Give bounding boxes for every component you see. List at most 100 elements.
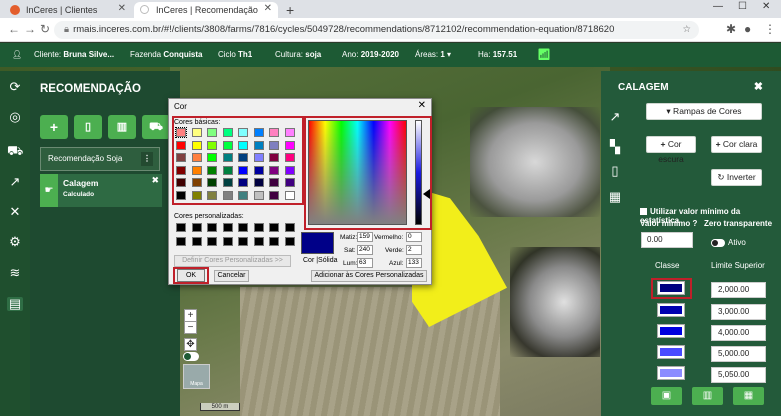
hue-input[interactable]: 159 [357, 232, 373, 242]
basic-color-swatch[interactable] [284, 153, 295, 162]
toggle-switch[interactable] [711, 238, 725, 247]
basic-color-swatch[interactable] [238, 153, 248, 162]
basic-color-swatch[interactable] [222, 128, 233, 137]
basic-color-swatch[interactable] [207, 178, 217, 187]
basic-color-swatch[interactable] [222, 165, 233, 175]
save-button[interactable]: ▣ [651, 387, 682, 405]
profile-icon[interactable]: ● [744, 22, 751, 36]
class-limit-input[interactable]: 5,000.00 [711, 346, 766, 362]
custom-color-swatch[interactable] [253, 237, 264, 246]
maximize-icon[interactable]: ☐ [738, 1, 747, 12]
device-icon[interactable]: ▯ [607, 163, 623, 179]
min-value-input[interactable]: 0.00 [641, 232, 693, 248]
chart-line-icon[interactable]: ↗ [607, 109, 623, 125]
close-window-icon[interactable]: ✕ [762, 1, 770, 12]
class-limit-input[interactable]: 3,000.00 [711, 304, 766, 320]
fazenda-value[interactable]: Conquista [163, 50, 202, 59]
tractor-icon[interactable]: ⛟ [7, 144, 23, 158]
forward-icon[interactable]: → [24, 22, 36, 36]
custom-color-swatch[interactable] [207, 237, 217, 246]
custom-color-swatch[interactable] [191, 223, 202, 232]
layer-card-calagem[interactable]: ☛ Calagem Calculado ✖ [40, 174, 162, 207]
close-layer-icon[interactable]: ✖ [151, 175, 159, 186]
basic-color-swatch[interactable] [207, 165, 217, 175]
basic-color-swatch[interactable] [222, 178, 233, 187]
custom-color-swatch[interactable] [269, 223, 279, 232]
basic-color-swatch[interactable] [253, 153, 264, 162]
basic-color-swatch[interactable] [191, 190, 202, 200]
luminance-slider[interactable] [415, 120, 422, 225]
basic-color-swatch[interactable] [238, 128, 248, 137]
class-color-swatch[interactable] [657, 324, 685, 338]
user-icon[interactable]: 👤︎ [12, 50, 22, 59]
fullscreen-button[interactable]: ✥ [184, 338, 197, 351]
luminance-arrow-icon[interactable] [423, 189, 430, 199]
ciclo-value[interactable]: Th1 [238, 50, 252, 59]
custom-color-swatch[interactable] [284, 223, 295, 232]
basic-color-swatch[interactable] [222, 140, 233, 150]
basic-color-swatch[interactable] [253, 190, 264, 200]
ano-value[interactable]: 2019-2020 [361, 50, 399, 59]
basic-color-swatch[interactable] [176, 153, 186, 162]
basic-color-swatch[interactable] [238, 165, 248, 175]
globe-icon[interactable]: ◎ [7, 110, 23, 124]
calculator-icon[interactable]: ▦ [607, 189, 623, 205]
blue-input[interactable]: 133 [406, 258, 422, 268]
custom-color-swatch[interactable] [269, 237, 279, 246]
basic-color-swatch[interactable] [253, 140, 264, 150]
class-color-swatch[interactable] [657, 366, 685, 380]
class-limit-input[interactable]: 2,000.00 [711, 282, 766, 298]
basic-color-swatch[interactable] [207, 190, 217, 200]
basic-color-swatch[interactable] [191, 178, 202, 187]
paint-roller-icon[interactable]: ▚ [607, 139, 623, 155]
basic-color-swatch[interactable] [269, 165, 279, 175]
zoom-out-button[interactable]: − [184, 321, 197, 334]
custom-color-swatch[interactable] [253, 223, 264, 232]
basic-color-swatch[interactable] [284, 178, 295, 187]
active-toggle[interactable]: Ativo [711, 238, 746, 247]
basic-color-swatch[interactable] [176, 140, 186, 150]
menu-icon[interactable]: ⋮ [764, 22, 776, 36]
custom-color-swatch[interactable] [284, 237, 295, 246]
library-button[interactable]: ▥ [692, 387, 723, 405]
basic-color-swatch[interactable] [284, 165, 295, 175]
checkbox-box[interactable] [640, 208, 647, 216]
custom-color-swatch[interactable] [222, 223, 233, 232]
chart-line-icon[interactable]: ↗ [7, 175, 23, 189]
basic-color-swatch[interactable] [238, 190, 248, 200]
close-panel-icon[interactable]: ✖ [754, 80, 763, 93]
basic-color-swatch[interactable] [222, 190, 233, 200]
basic-color-swatch[interactable] [253, 178, 264, 187]
basic-color-swatch[interactable] [238, 140, 248, 150]
more-options-button[interactable]: ⋮ [141, 152, 153, 166]
dark-color-button[interactable]: + Cor escura [646, 136, 696, 164]
layer-toggle[interactable] [183, 352, 199, 361]
custom-color-swatch[interactable] [238, 223, 248, 232]
basic-color-swatch[interactable] [207, 153, 217, 162]
color-ramps-button[interactable]: ▾ Rampas de Cores [646, 103, 762, 120]
basic-color-swatch[interactable] [238, 178, 248, 187]
basic-color-swatch[interactable] [269, 128, 279, 137]
class-limit-input[interactable]: 4,000.00 [711, 325, 766, 341]
logo-icon[interactable]: ⟳ [7, 80, 23, 94]
export-file-button[interactable]: ▯ [74, 115, 102, 139]
basic-color-swatch[interactable] [284, 190, 295, 200]
cultura-value[interactable]: soja [305, 50, 321, 59]
basic-color-swatch[interactable] [191, 128, 202, 137]
machine-icon[interactable]: ⚙ [7, 235, 23, 249]
custom-color-swatch[interactable] [176, 237, 186, 246]
help-icon[interactable]: ? [692, 219, 697, 228]
new-tab-icon[interactable]: + [286, 2, 294, 18]
tractor-button[interactable]: ⛟ [142, 115, 170, 139]
custom-color-swatch[interactable] [238, 237, 248, 246]
extension-icon[interactable]: ✱ [726, 22, 736, 36]
light-color-button[interactable]: + Cor clara [711, 136, 762, 153]
green-input[interactable]: 2 [406, 245, 422, 255]
layers-icon[interactable]: ≋ [7, 266, 23, 280]
basic-color-swatch[interactable] [176, 190, 186, 200]
basic-color-swatch[interactable] [253, 165, 264, 175]
cancel-button[interactable]: Cancelar [214, 270, 249, 282]
basic-color-swatch[interactable] [207, 128, 217, 137]
cliente-value[interactable]: Bruna Silve... [63, 50, 114, 59]
close-tab-icon[interactable]: ✕ [118, 3, 126, 14]
